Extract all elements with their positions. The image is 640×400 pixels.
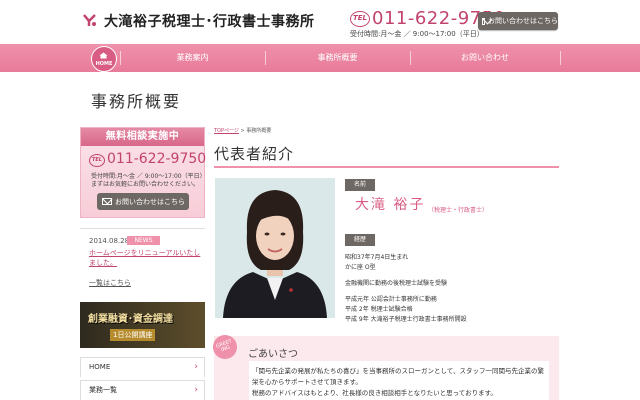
sidebar-contact-button[interactable]: お問い合わせはこちら <box>97 193 189 210</box>
news-list-link[interactable]: 一覧はこちら <box>89 278 131 288</box>
breadcrumb-top-link[interactable]: TOPページ <box>214 128 239 134</box>
representative-photo <box>215 178 335 318</box>
promo-heading: 創業融資･資金調達 <box>88 314 173 325</box>
site-header: 大滝裕子税理士･行政書士事務所 TEL 011-622-9750 受付時間:月～… <box>0 0 640 44</box>
nav-home-button[interactable]: HOME <box>91 46 117 72</box>
greeting-line: 税務のアドバイスはもとより、社長様の良き相談相手となりたいと思っております。 <box>252 389 497 397</box>
mail-icon <box>102 198 112 205</box>
sidebar-item-services[interactable]: 業務一覧 <box>80 380 205 400</box>
seminar-promo-banner[interactable]: 創業融資･資金調達 1日公開講座 <box>80 302 205 348</box>
sidebar-item-home[interactable]: HOME <box>80 357 205 377</box>
news-item-link[interactable]: ホームページをリニューアルいたしました。 <box>89 248 201 268</box>
nav-home-label: HOME <box>95 61 113 67</box>
free-consultation-box: 無料相談実施中 TEL 011-622-9750 受付時間:月～金 ／ 9:00… <box>80 127 207 218</box>
telephone-icon: TEL <box>89 154 105 167</box>
greeting-line: 「関与先企業の発展が私たちの喜び」を当事務所のスローガンとして、スタッフ一同関与… <box>252 367 544 375</box>
career-label-tag: 経歴 <box>345 234 375 246</box>
nav-item-office-overview[interactable]: 事務所概要 <box>265 44 410 72</box>
representative-qualification: （税理士・行政書士） <box>428 207 489 214</box>
telephone-icon: TEL <box>350 11 370 27</box>
consultation-heading: 無料相談実施中 <box>81 128 204 146</box>
site-title[interactable]: 大滝裕子税理士･行政書士事務所 <box>104 11 315 31</box>
consultation-phone-number: 011-622-9750 <box>107 151 207 167</box>
header-business-hours: 受付時間:月～金 ／ 9:00～17:00（平日） <box>350 30 484 38</box>
logo-icon[interactable] <box>82 12 98 28</box>
header-contact-button[interactable]: お問い合わせはこちら <box>478 12 558 30</box>
home-icon <box>99 52 108 59</box>
portrait-image <box>215 178 335 318</box>
representative-name: 大滝 裕子 <box>355 197 426 213</box>
page-title: 事務所概要 <box>91 92 182 111</box>
mail-icon <box>482 17 485 25</box>
heading-underline <box>214 166 559 168</box>
sidebar-contact-label: お問い合わせはこちら <box>115 197 185 206</box>
header-contact-label: お問い合わせはこちら <box>488 17 558 25</box>
career-line: かに座 O型 <box>345 264 376 271</box>
sidebar-menu: HOME 業務一覧 <box>80 357 205 400</box>
career-line: 平成 9年 大滝裕子税理士行政書士事務所開設 <box>345 316 467 323</box>
news-date: 2014.08.28 <box>89 237 130 245</box>
promo-subheading: 1日公開講座 <box>110 329 156 341</box>
greeting-line: 栄を心からサポートさせて頂きます。 <box>252 378 362 386</box>
name-label-tag: 名前 <box>345 179 375 191</box>
global-nav: HOME 業務案内 事務所概要 お問い合わせ <box>0 44 640 72</box>
representative-heading: 代表者紹介 <box>214 145 295 163</box>
nav-item-contact[interactable]: お問い合わせ <box>410 44 560 72</box>
career-line: 平成 2年 税理士試験合格 <box>345 306 413 313</box>
career-line: 金融機関に勤務の後税理士試験を受験 <box>345 280 448 287</box>
breadcrumb: TOPページ > 事務所概要 <box>214 127 271 134</box>
news-badge: NEWS <box>127 236 160 245</box>
nav-item-services[interactable]: 業務案内 <box>120 44 265 72</box>
career-line: 昭和37年7月4日生まれ <box>345 254 409 261</box>
greeting-heading: ごあいさつ <box>248 349 298 360</box>
consultation-note: まずはお気軽にお問い合わせください。 <box>91 181 200 188</box>
nav-divider <box>560 51 561 65</box>
news-box: 2014.08.28 NEWS ホームページをリニューアルいたしました。 一覧は… <box>80 228 205 290</box>
breadcrumb-current: 事務所概要 <box>246 128 272 134</box>
career-line: 平成元年 公認会計士事務所に勤務 <box>345 296 437 303</box>
